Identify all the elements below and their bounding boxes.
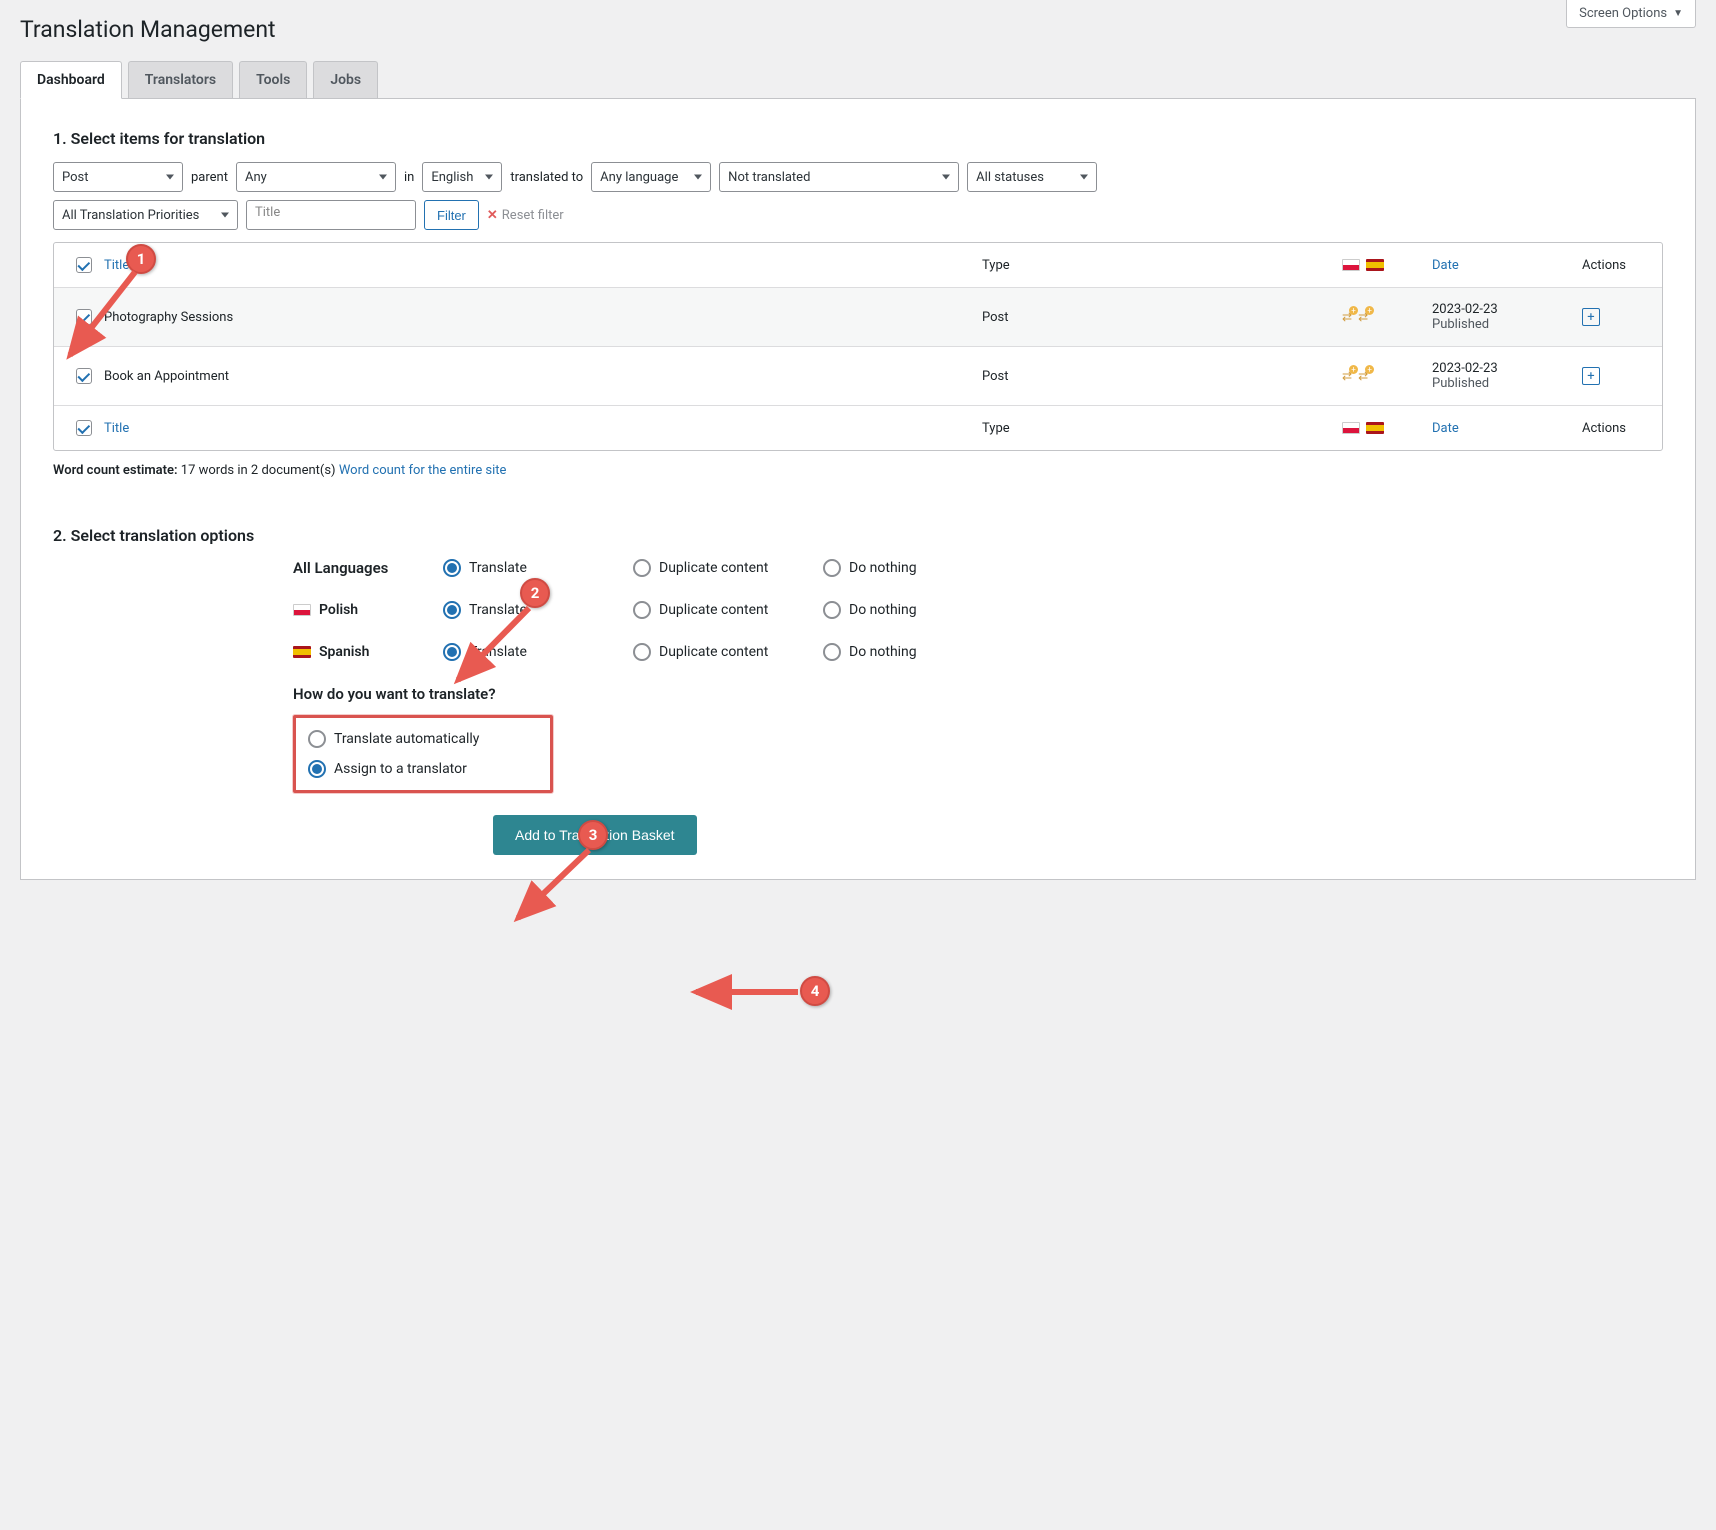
filter-translation-status-select[interactable]: Not translated <box>719 162 959 192</box>
row-action-add-icon[interactable]: + <box>1582 367 1600 385</box>
page-title: Translation Management <box>20 16 1696 43</box>
tab-translators[interactable]: Translators <box>128 61 233 98</box>
opt-label-polish: Polish <box>293 602 443 618</box>
annotation-badge-4: 4 <box>800 976 830 1006</box>
radio-all-nothing[interactable] <box>823 559 841 577</box>
chevron-down-icon: ▼ <box>1673 8 1683 19</box>
filter-button[interactable]: Filter <box>424 200 479 230</box>
tab-jobs[interactable]: Jobs <box>313 61 378 98</box>
column-title-sort[interactable]: Title <box>104 421 129 436</box>
column-date-sort[interactable]: Date <box>1432 258 1459 273</box>
row-action-add-icon[interactable]: + <box>1582 308 1600 326</box>
radio-spanish-nothing[interactable] <box>823 643 841 661</box>
tab-tools[interactable]: Tools <box>239 61 307 98</box>
filter-priorities-select[interactable]: All Translation Priorities <box>53 200 238 230</box>
flag-spanish-icon <box>1366 422 1384 434</box>
how-translate-heading: How do you want to translate? <box>293 685 1663 703</box>
flag-polish-icon <box>293 604 311 616</box>
filter-parent-select[interactable]: Any <box>236 162 396 192</box>
screen-options-toggle[interactable]: Screen Options ▼ <box>1566 0 1696 28</box>
tab-dashboard[interactable]: Dashboard <box>20 61 122 99</box>
row-status: Published <box>1432 376 1582 391</box>
items-table: Title Type Date Actions Photography Sess… <box>53 242 1663 451</box>
flag-polish-icon <box>1342 422 1360 434</box>
select-all-checkbox-bottom[interactable] <box>76 420 92 436</box>
close-icon: ✕ <box>487 208 498 223</box>
table-row: Book an Appointment Post ⇄ ⇄ 2023-02-23 … <box>54 347 1662 406</box>
main-panel: 1. Select items for translation Post par… <box>20 99 1696 880</box>
column-type: Type <box>982 258 1342 273</box>
translate-lang1-icon[interactable]: ⇄ <box>1342 369 1352 383</box>
column-type: Type <box>982 421 1342 436</box>
row-translation-status: ⇄ ⇄ <box>1342 369 1432 383</box>
label-translated-to: translated to <box>510 170 583 185</box>
filter-post-type-select[interactable]: Post <box>53 162 183 192</box>
reset-filter-link[interactable]: ✕ Reset filter <box>487 208 564 223</box>
section1-heading: 1. Select items for translation <box>53 129 1663 148</box>
translate-lang2-icon[interactable]: ⇄ <box>1358 310 1368 324</box>
radio-all-translate[interactable] <box>443 559 461 577</box>
row-date: 2023-02-23 <box>1432 361 1582 376</box>
table-header-row: Title Type Date Actions <box>54 243 1662 288</box>
row-type: Post <box>982 369 1342 384</box>
table-row: Photography Sessions Post ⇄ ⇄ 2023-02-23… <box>54 288 1662 347</box>
row-title[interactable]: Photography Sessions <box>104 310 982 325</box>
label-parent: parent <box>191 170 228 185</box>
radio-polish-duplicate[interactable] <box>633 601 651 619</box>
column-actions: Actions <box>1582 421 1652 436</box>
radio-assign-translator[interactable] <box>308 760 326 778</box>
filter-row-2: All Translation Priorities Title Filter … <box>53 200 1663 230</box>
word-count-link[interactable]: Word count for the entire site <box>339 463 507 478</box>
radio-polish-translate[interactable] <box>443 601 461 619</box>
row-checkbox[interactable] <box>76 309 92 325</box>
translate-lang2-icon[interactable]: ⇄ <box>1358 369 1368 383</box>
filter-title-input[interactable]: Title <box>246 200 416 230</box>
column-date-sort[interactable]: Date <box>1432 421 1459 436</box>
radio-spanish-duplicate[interactable] <box>633 643 651 661</box>
column-title-sort[interactable]: Title <box>104 258 129 273</box>
filter-language-select[interactable]: English <box>422 162 502 192</box>
filter-target-lang-select[interactable]: Any language <box>591 162 711 192</box>
filter-status-select[interactable]: All statuses <box>967 162 1097 192</box>
radio-translate-automatically[interactable] <box>308 730 326 748</box>
tab-bar: Dashboard Translators Tools Jobs <box>20 61 1696 99</box>
flag-spanish-icon <box>293 646 311 658</box>
row-title[interactable]: Book an Appointment <box>104 369 982 384</box>
table-footer-row: Title Type Date Actions <box>54 406 1662 450</box>
row-checkbox[interactable] <box>76 368 92 384</box>
opt-label-all-languages: All Languages <box>293 559 443 577</box>
radio-spanish-translate[interactable] <box>443 643 461 661</box>
section2-heading: 2. Select translation options <box>53 526 1663 545</box>
add-to-basket-button[interactable]: Add to Translation Basket <box>493 815 697 855</box>
screen-options-label: Screen Options <box>1579 6 1667 21</box>
row-type: Post <box>982 310 1342 325</box>
word-count-estimate: Word count estimate: 17 words in 2 docum… <box>53 463 1663 478</box>
annotation-highlight-box: Translate automatically Assign to a tran… <box>293 715 553 793</box>
row-translation-status: ⇄ ⇄ <box>1342 310 1432 324</box>
column-languages <box>1342 422 1432 434</box>
radio-all-duplicate[interactable] <box>633 559 651 577</box>
opt-label-spanish: Spanish <box>293 644 443 660</box>
radio-polish-nothing[interactable] <box>823 601 841 619</box>
annotation-arrow-4 <box>688 984 808 1004</box>
select-all-checkbox-top[interactable] <box>76 257 92 273</box>
label-in: in <box>404 170 414 185</box>
column-languages <box>1342 259 1432 271</box>
filter-row-1: Post parent Any in English translated to… <box>53 162 1663 192</box>
column-actions: Actions <box>1582 258 1652 273</box>
flag-polish-icon <box>1342 259 1360 271</box>
row-status: Published <box>1432 317 1582 332</box>
translate-lang1-icon[interactable]: ⇄ <box>1342 310 1352 324</box>
flag-spanish-icon <box>1366 259 1384 271</box>
row-date: 2023-02-23 <box>1432 302 1582 317</box>
